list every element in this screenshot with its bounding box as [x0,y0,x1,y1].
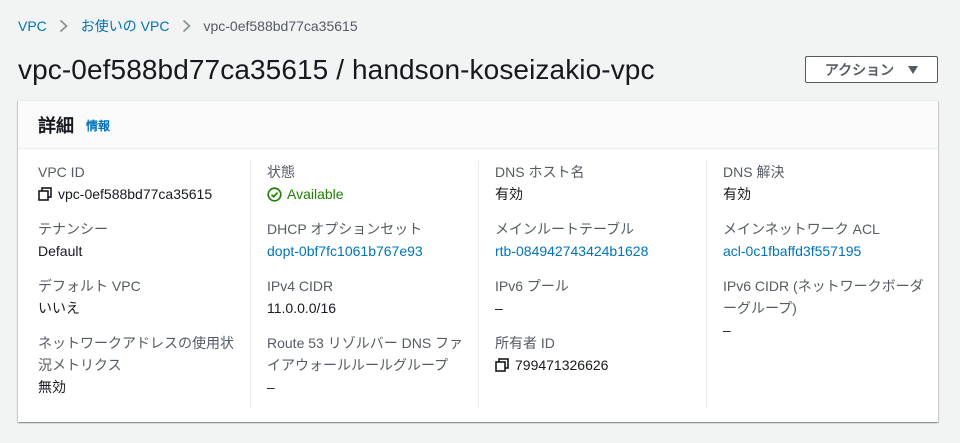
field-main-network-acl: メインネットワーク ACL acl-0c1fbaffd3f557195 [723,218,926,262]
main-network-acl-link[interactable]: acl-0c1fbaffd3f557195 [723,240,926,262]
field-label: DHCP オプションセット [267,221,423,237]
field-label: デフォルト VPC [38,278,141,294]
field-value: 799471326626 [495,354,698,376]
field-label: メインルートテーブル [495,221,635,237]
dhcp-options-link[interactable]: dopt-0bf7fc1061b767e93 [267,240,470,262]
field-vpc-id: VPC ID vpc-0ef588bd77ca35615 [38,161,242,205]
check-circle-icon [267,186,282,202]
chevron-right-icon [175,19,197,33]
field-value: – [495,300,503,316]
field-label: メインネットワーク ACL [723,221,880,237]
field-tenancy: テナンシー Default [38,218,242,262]
field-value: 有効 [723,186,751,202]
field-ipv6-pool: IPv6 プール – [495,275,698,319]
field-default-vpc: デフォルト VPC いいえ [38,275,242,319]
field-label: IPv6 CIDR (ネットワークボーダーグループ) [723,278,924,316]
owner-id-value: 799471326626 [515,357,609,373]
page-title: vpc-0ef588bd77ca35615 / handson-koseizak… [18,54,655,85]
details-column-2: 状態 Available DHCP オプションセット dopt-0bf7fc10… [250,161,478,408]
field-value: 有効 [495,186,523,202]
details-panel: 詳細 情報 VPC ID vpc-0ef588bd77ca35615 テナンシー… [18,100,938,422]
field-ipv6-cidr: IPv6 CIDR (ネットワークボーダーグループ) – [723,275,926,341]
info-link[interactable]: 情報 [86,117,110,134]
field-label: 状態 [267,164,295,180]
field-label: 所有者 ID [495,335,555,351]
state-value: Available [287,186,344,202]
breadcrumb: VPC お使いの VPC vpc-0ef588bd77ca35615 [18,16,358,36]
copy-icon[interactable] [38,187,52,201]
field-label: DNS ホスト名 [495,164,585,180]
field-value: 11.0.0.0/16 [267,300,337,316]
field-value: いいえ [38,300,80,316]
field-label: ネットワークアドレスの使用状況メトリクス [38,335,234,373]
details-column-1: VPC ID vpc-0ef588bd77ca35615 テナンシー Defau… [18,161,250,408]
field-route53-firewall: Route 53 リゾルバー DNS ファイアウォールルールグループ – [267,332,470,398]
field-main-route-table: メインルートテーブル rtb-084942743424b1628 [495,218,698,262]
actions-button[interactable]: アクション [805,56,938,83]
field-value: – [267,379,275,395]
details-title: 詳細 [38,115,74,136]
field-value: 無効 [38,379,66,395]
details-panel-header: 詳細 情報 [18,101,938,149]
field-label: DNS 解決 [723,164,785,180]
status-badge: Available [267,183,470,205]
field-dhcp-options: DHCP オプションセット dopt-0bf7fc1061b767e93 [267,218,470,262]
details-column-4: DNS 解決 有効 メインネットワーク ACL acl-0c1fbaffd3f5… [706,161,934,408]
field-label: テナンシー [38,221,108,237]
details-column-3: DNS ホスト名 有効 メインルートテーブル rtb-084942743424b… [478,161,706,408]
chevron-right-icon [53,19,75,33]
details-columns: VPC ID vpc-0ef588bd77ca35615 テナンシー Defau… [18,161,938,408]
field-owner-id: 所有者 ID 799471326626 [495,332,698,376]
breadcrumb-vpc[interactable]: VPC [18,18,47,34]
caret-down-icon [908,65,919,74]
field-value: – [723,322,731,338]
vpc-id-value: vpc-0ef588bd77ca35615 [58,186,213,202]
main-route-table-link[interactable]: rtb-084942743424b1628 [495,240,698,262]
field-dns-hostnames: DNS ホスト名 有効 [495,161,698,205]
field-value: vpc-0ef588bd77ca35615 [38,183,242,205]
field-ipv4-cidr: IPv4 CIDR 11.0.0.0/16 [267,275,470,319]
actions-button-label: アクション [824,61,895,78]
copy-icon[interactable] [495,358,509,372]
breadcrumb-your-vpcs[interactable]: お使いの VPC [81,16,170,36]
field-label: Route 53 リゾルバー DNS ファイアウォールルールグループ [267,335,464,373]
field-label: IPv4 CIDR [267,278,334,294]
breadcrumb-current: vpc-0ef588bd77ca35615 [203,18,358,34]
field-network-address-usage: ネットワークアドレスの使用状況メトリクス 無効 [38,332,242,398]
field-value: Default [38,243,83,259]
field-dns-resolution: DNS 解決 有効 [723,161,926,205]
field-state: 状態 Available [267,161,470,205]
field-label: VPC ID [38,164,85,180]
field-label: IPv6 プール [495,278,569,294]
